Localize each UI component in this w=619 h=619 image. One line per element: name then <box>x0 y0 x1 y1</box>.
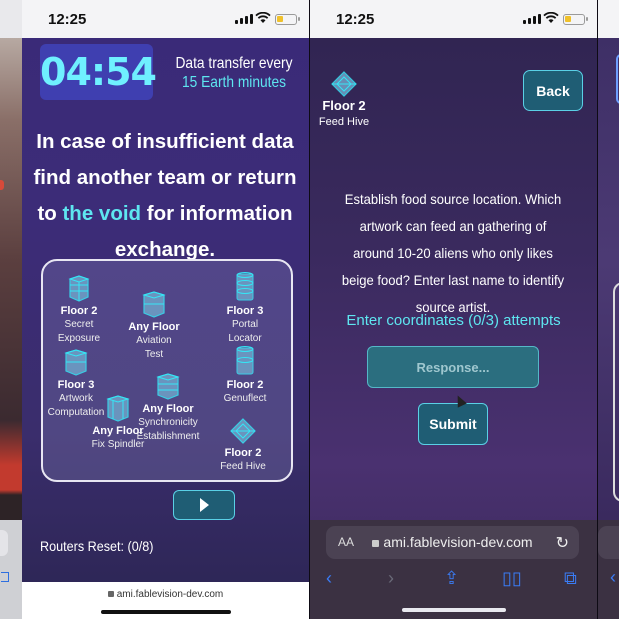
tab-pill-fragment <box>0 530 8 556</box>
node-feed-hive[interactable]: Floor 2 Feed Hive <box>213 417 273 474</box>
back-arrow-icon: ‹ <box>610 567 616 587</box>
status-bar: 12:25 <box>310 0 597 38</box>
transfer-line1: Data transfer every <box>175 55 293 72</box>
phone-screen-question: 12:25 Floor 2 Feed Hive Back Establish f… <box>310 0 597 619</box>
node-floor: Any Floor <box>128 321 180 333</box>
node-label: Test <box>144 349 164 360</box>
battery-icon <box>275 14 300 25</box>
reload-icon[interactable]: ↻ <box>556 533 569 553</box>
back-arrow-icon[interactable]: ‹ <box>326 568 332 589</box>
node-label: Synchronicity <box>138 417 198 428</box>
node-secret-exposure[interactable]: Floor 2 Secret Exposure <box>49 275 109 346</box>
next-screen-sliver: ‹ <box>598 0 619 619</box>
home-indicator[interactable] <box>401 608 506 612</box>
diamond-crystal-icon <box>230 418 256 444</box>
headline-void-link: the void <box>62 202 142 225</box>
safari-bottom-bar: AA ami.fablevision-dev.com ↻ ‹ › ⇪ ▯▯ ⧉ <box>310 520 597 619</box>
phone-screen-timer: 12:25 04:54 Data transfer every 15 Earth… <box>22 0 309 619</box>
countdown-timer: 04:54 <box>40 44 157 100</box>
instruction-headline: In case of insufficient data find anothe… <box>30 124 300 268</box>
battery-icon <box>563 14 588 25</box>
hexagon-prism-icon <box>106 395 130 422</box>
response-input[interactable] <box>367 346 539 388</box>
url-text: ami.fablevision-dev.com <box>116 589 224 600</box>
transfer-line2: 15 Earth minutes <box>181 74 287 91</box>
share-icon-fragment <box>1 572 9 582</box>
next-button[interactable] <box>173 490 235 520</box>
location-name: Feed Hive <box>318 116 370 128</box>
question-text: Establish food source location. Which ar… <box>341 191 565 315</box>
node-label: Secret <box>64 319 94 330</box>
node-aviation-test[interactable]: Any Floor Aviation Test <box>123 291 185 362</box>
status-time: 12:25 <box>48 11 87 28</box>
tabs-icon[interactable]: ⧉ <box>564 568 577 589</box>
wifi-icon <box>255 12 271 23</box>
headline-text-2: for information exchange. <box>114 202 293 261</box>
back-button[interactable]: Back <box>523 70 583 111</box>
forward-arrow-icon[interactable]: › <box>388 568 394 589</box>
status-time: 12:25 <box>336 11 375 28</box>
hexagon-prism-icon <box>142 291 166 318</box>
hexagon-prism-icon <box>68 275 90 302</box>
node-label: Exposure <box>57 333 101 344</box>
routers-reset-counter: Routers Reset: (0/8) <box>40 538 154 554</box>
status-bar: 12:25 <box>22 0 309 38</box>
node-synchronicity-establishment[interactable]: Any Floor Synchronicity Establishment <box>135 373 201 444</box>
node-portal-locator[interactable]: Floor 3 Portal Locator <box>215 271 275 346</box>
lock-icon <box>107 591 114 597</box>
node-floor: Floor 2 <box>226 379 264 391</box>
url-text: ami.fablevision-dev.com <box>383 534 533 550</box>
cylinder-stack-icon <box>236 272 254 301</box>
node-label: Genuflect <box>223 393 267 404</box>
node-floor: Floor 2 <box>60 305 98 317</box>
submit-button[interactable]: Submit <box>418 403 488 445</box>
location-floor: Floor 2 <box>322 98 366 113</box>
transfer-info: Data transfer every 15 Earth minutes <box>174 54 294 92</box>
node-label: Aviation <box>136 335 172 346</box>
node-floor: Any Floor <box>142 403 194 415</box>
cellular-signal-icon <box>235 14 253 24</box>
safari-compact-url-bar[interactable]: ami.fablevision-dev.com <box>22 582 309 619</box>
node-label: Portal <box>231 319 259 330</box>
share-icon[interactable]: ⇪ <box>444 568 459 589</box>
red-marker <box>0 180 4 190</box>
diamond-crystal-icon <box>331 71 357 97</box>
url-bar-fragment <box>598 526 619 559</box>
node-floor: Floor 3 <box>226 305 264 317</box>
attempts-counter: Enter coordinates (0/3) attempts <box>346 312 561 329</box>
bookmarks-icon[interactable]: ▯▯ <box>502 568 522 589</box>
url-bar[interactable]: AA ami.fablevision-dev.com ↻ <box>326 526 579 559</box>
wifi-icon <box>543 12 559 23</box>
current-location-label: Floor 2 Feed Hive <box>314 98 374 130</box>
node-floor: Floor 2 <box>224 447 262 459</box>
cylinder-stack-icon <box>236 346 254 375</box>
screenshot-stage: 12:25 04:54 Data transfer every 15 Earth… <box>0 0 619 619</box>
node-label: Feed Hive <box>220 461 266 472</box>
panel-fragment <box>613 282 619 502</box>
url-display[interactable]: ami.fablevision-dev.com <box>22 589 309 600</box>
home-indicator[interactable] <box>100 610 231 614</box>
node-floor: Floor 3 <box>57 379 95 391</box>
node-label: Locator <box>228 333 262 344</box>
hexagon-prism-icon <box>64 349 88 376</box>
hexagon-prism-icon <box>156 373 180 400</box>
node-genuflect[interactable]: Floor 2 Genuflect <box>215 345 275 406</box>
play-arrow-icon <box>199 498 209 512</box>
url-display[interactable]: ami.fablevision-dev.com <box>326 534 579 550</box>
previous-screen-sliver <box>0 0 22 619</box>
floor-map-panel: Floor 2 Secret Exposure Any Floor Aviati… <box>41 259 293 482</box>
cellular-signal-icon <box>523 14 541 24</box>
lock-icon <box>372 540 380 547</box>
node-label: Establishment <box>136 431 200 442</box>
safari-toolbar: ‹ › ⇪ ▯▯ ⧉ <box>310 568 597 588</box>
